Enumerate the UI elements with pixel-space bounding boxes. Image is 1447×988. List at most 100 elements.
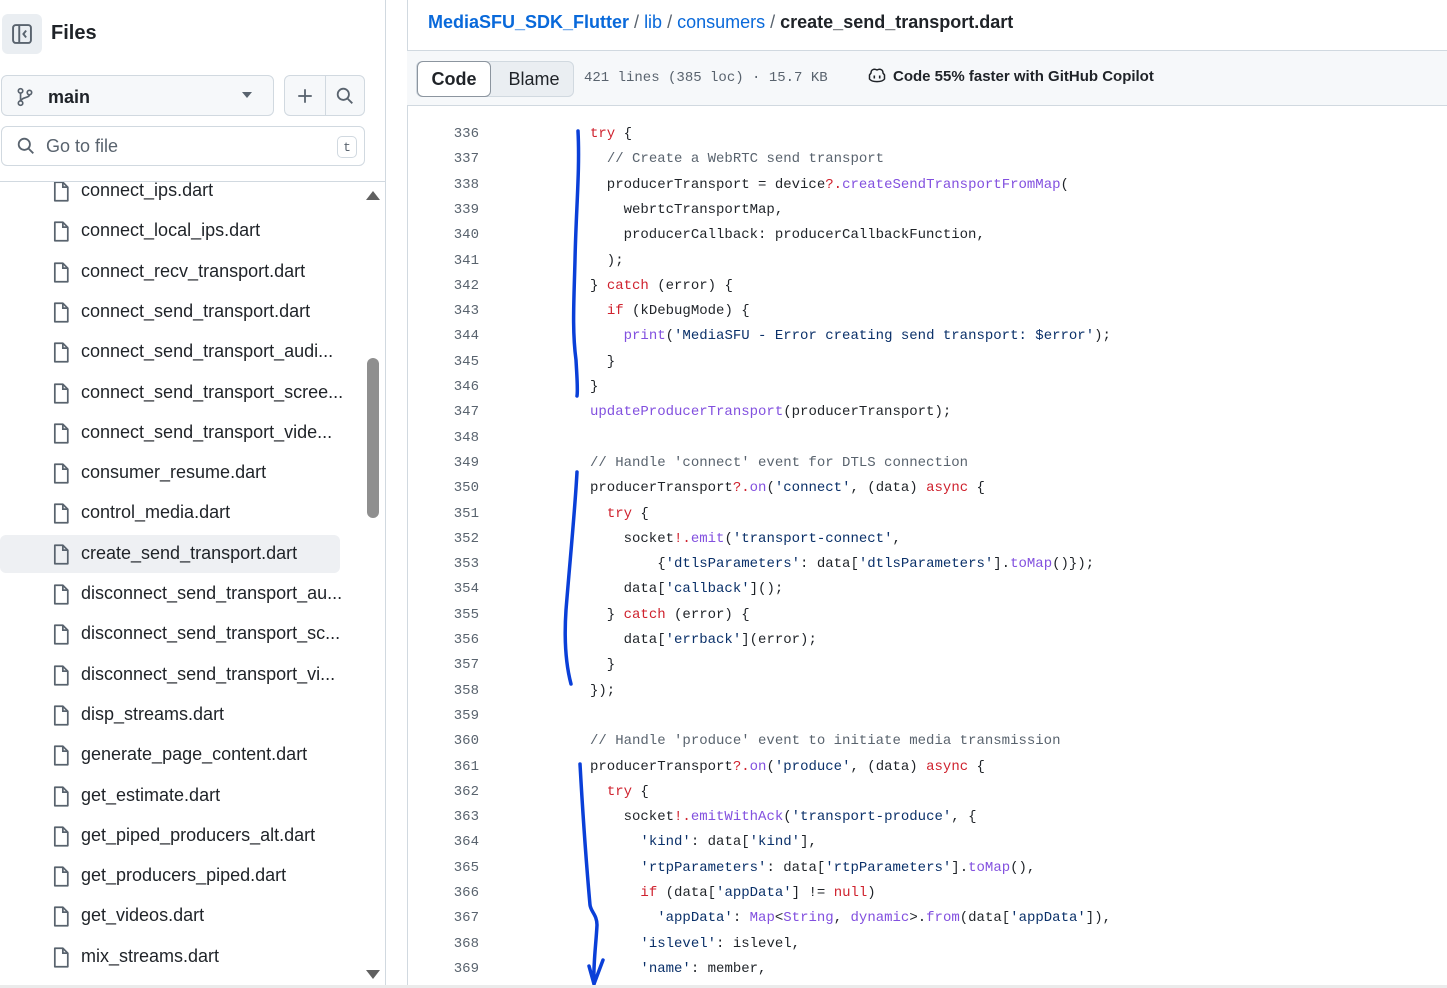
file-icon <box>52 785 70 812</box>
code-text: print('MediaSFU - Error creating send tr… <box>623 328 1111 345</box>
file-tree-item[interactable]: get_piped_producers_alt.dart <box>0 817 340 855</box>
file-tree-item[interactable]: connect_ips.dart <box>0 182 340 210</box>
file-stats: 421 lines (385 loc) · 15.7 KB <box>584 70 828 86</box>
add-file-button[interactable] <box>285 76 325 115</box>
tab-code[interactable]: Code <box>417 61 491 97</box>
file-tree-item[interactable]: disconnect_send_transport_vi... <box>0 656 340 694</box>
file-icon <box>52 906 70 932</box>
line-number[interactable]: 365 <box>407 860 479 876</box>
search-files-button[interactable] <box>324 76 365 115</box>
tab-blame[interactable]: Blame <box>493 62 575 96</box>
copilot-promo-text: Code 55% faster with GitHub Copilot <box>893 67 1154 85</box>
breadcrumb-separator: / <box>634 12 640 32</box>
line-number[interactable]: 345 <box>407 354 479 370</box>
file-tree-item[interactable]: disconnect_send_transport_sc... <box>0 615 340 653</box>
file-tree-item[interactable]: control_media.dart <box>0 494 340 532</box>
chevron-down-icon <box>242 92 252 98</box>
line-number[interactable]: 352 <box>407 531 479 547</box>
line-number[interactable]: 354 <box>407 581 479 597</box>
line-number[interactable]: 339 <box>407 202 479 218</box>
code-line: 353 {'dtlsParameters': data['dtlsParamet… <box>407 551 1447 576</box>
scroll-down-arrow-icon[interactable] <box>366 970 380 979</box>
file-tree-item[interactable]: connect_recv_transport.dart <box>0 253 340 291</box>
file-tree-item[interactable]: connect_send_transport.dart <box>0 293 340 331</box>
line-number[interactable]: 362 <box>407 784 479 800</box>
branch-selector[interactable]: main <box>1 75 274 116</box>
code-text: }); <box>590 682 616 699</box>
file-tree-item[interactable]: connect_local_ips.dart <box>0 212 340 250</box>
file-tree-item[interactable]: generate_page_content.dart <box>0 736 340 774</box>
file-icon <box>53 342 69 363</box>
line-number[interactable]: 367 <box>407 910 479 926</box>
go-to-file-field[interactable]: t <box>1 126 365 166</box>
breadcrumb-consumers-link[interactable]: consumers <box>677 12 765 32</box>
code-line: 338 producerTransport = device?.createSe… <box>407 172 1447 197</box>
line-number[interactable]: 346 <box>407 379 479 395</box>
file-tree-item[interactable]: create_send_transport.dart <box>0 534 340 573</box>
line-number[interactable]: 360 <box>407 733 479 749</box>
scroll-up-arrow-icon[interactable] <box>366 191 380 200</box>
line-number[interactable]: 353 <box>407 556 479 572</box>
code-text: 'appData': Map<String, dynamic>.from(dat… <box>657 910 1112 927</box>
breadcrumb-repo-link[interactable]: MediaSFU_SDK_Flutter <box>428 12 629 32</box>
code-line: 363 socket!.emitWithAck('transport-produ… <box>407 804 1447 829</box>
copilot-promo-link[interactable]: Code 55% faster with GitHub Copilot <box>867 67 1154 85</box>
code-line: 356 data['errback'](error); <box>407 627 1447 652</box>
line-number[interactable]: 337 <box>407 151 479 167</box>
file-tree-item[interactable]: disconnect_send_transport_au... <box>0 575 343 613</box>
view-mode-toggle: Code Blame <box>416 61 574 97</box>
file-tree-item[interactable]: get_producers_piped.dart <box>0 857 340 895</box>
scrollbar-thumb[interactable] <box>367 358 379 518</box>
code-line: 362 try { <box>407 779 1447 804</box>
line-number[interactable]: 341 <box>407 253 479 269</box>
line-number[interactable]: 336 <box>407 126 479 142</box>
file-tree-item[interactable]: mix_streams.dart <box>0 938 340 976</box>
file-tree-item[interactable]: connect_send_transport_scree... <box>0 374 343 412</box>
line-number[interactable]: 366 <box>407 885 479 901</box>
file-icon <box>53 705 69 726</box>
file-icon <box>53 745 69 766</box>
line-number[interactable]: 347 <box>407 404 479 420</box>
line-number[interactable]: 343 <box>407 303 479 319</box>
file-tree-item[interactable]: get_videos.dart <box>0 897 340 935</box>
file-icon <box>53 947 69 968</box>
file-tree-item[interactable]: connect_send_transport_audi... <box>0 333 340 371</box>
line-number[interactable]: 351 <box>407 506 479 522</box>
line-number[interactable]: 369 <box>407 961 479 977</box>
line-number[interactable]: 358 <box>407 683 479 699</box>
line-number[interactable]: 335 <box>407 106 479 110</box>
file-name: disconnect_send_transport_au... <box>81 583 343 603</box>
plus-icon <box>298 88 312 103</box>
file-name: connect_local_ips.dart <box>81 220 261 241</box>
file-icon <box>53 785 69 807</box>
line-number[interactable]: 348 <box>407 430 479 446</box>
line-number[interactable]: 361 <box>407 759 479 775</box>
code-text: // Create a WebRTC send transport <box>606 151 885 168</box>
file-tree-item[interactable]: disp_streams.dart <box>0 696 340 734</box>
line-number[interactable]: 342 <box>407 278 479 294</box>
code-view[interactable]: 335 336 try { 337 // Create a WebRTC send … <box>407 106 1447 988</box>
code-line: 352 socket!.emit('transport-connect', <box>407 526 1447 551</box>
line-number[interactable]: 338 <box>407 177 479 193</box>
line-number[interactable]: 355 <box>407 607 479 623</box>
line-number[interactable]: 356 <box>407 632 479 648</box>
collapse-sidebar-button[interactable] <box>2 14 42 54</box>
code-text: if (kDebugMode) { <box>606 303 750 320</box>
line-number[interactable]: 359 <box>407 708 479 724</box>
line-number[interactable]: 363 <box>407 809 479 825</box>
line-number[interactable]: 340 <box>407 227 479 243</box>
line-number[interactable]: 368 <box>407 936 479 952</box>
line-number[interactable]: 350 <box>407 480 479 496</box>
line-number[interactable]: 349 <box>407 455 479 471</box>
line-number[interactable]: 357 <box>407 657 479 673</box>
sidebar-scrollbar[interactable] <box>362 182 384 988</box>
go-to-file-input[interactable] <box>46 134 316 158</box>
file-tree-item[interactable]: connect_send_transport_vide... <box>0 414 340 452</box>
file-tree-item[interactable]: consumer_resume.dart <box>0 454 340 492</box>
line-number[interactable]: 364 <box>407 834 479 850</box>
breadcrumb-lib-link[interactable]: lib <box>644 12 662 32</box>
search-icon <box>336 87 353 104</box>
code-text: try { <box>606 783 649 800</box>
line-number[interactable]: 344 <box>407 328 479 344</box>
file-tree-item[interactable]: get_estimate.dart <box>0 777 340 815</box>
